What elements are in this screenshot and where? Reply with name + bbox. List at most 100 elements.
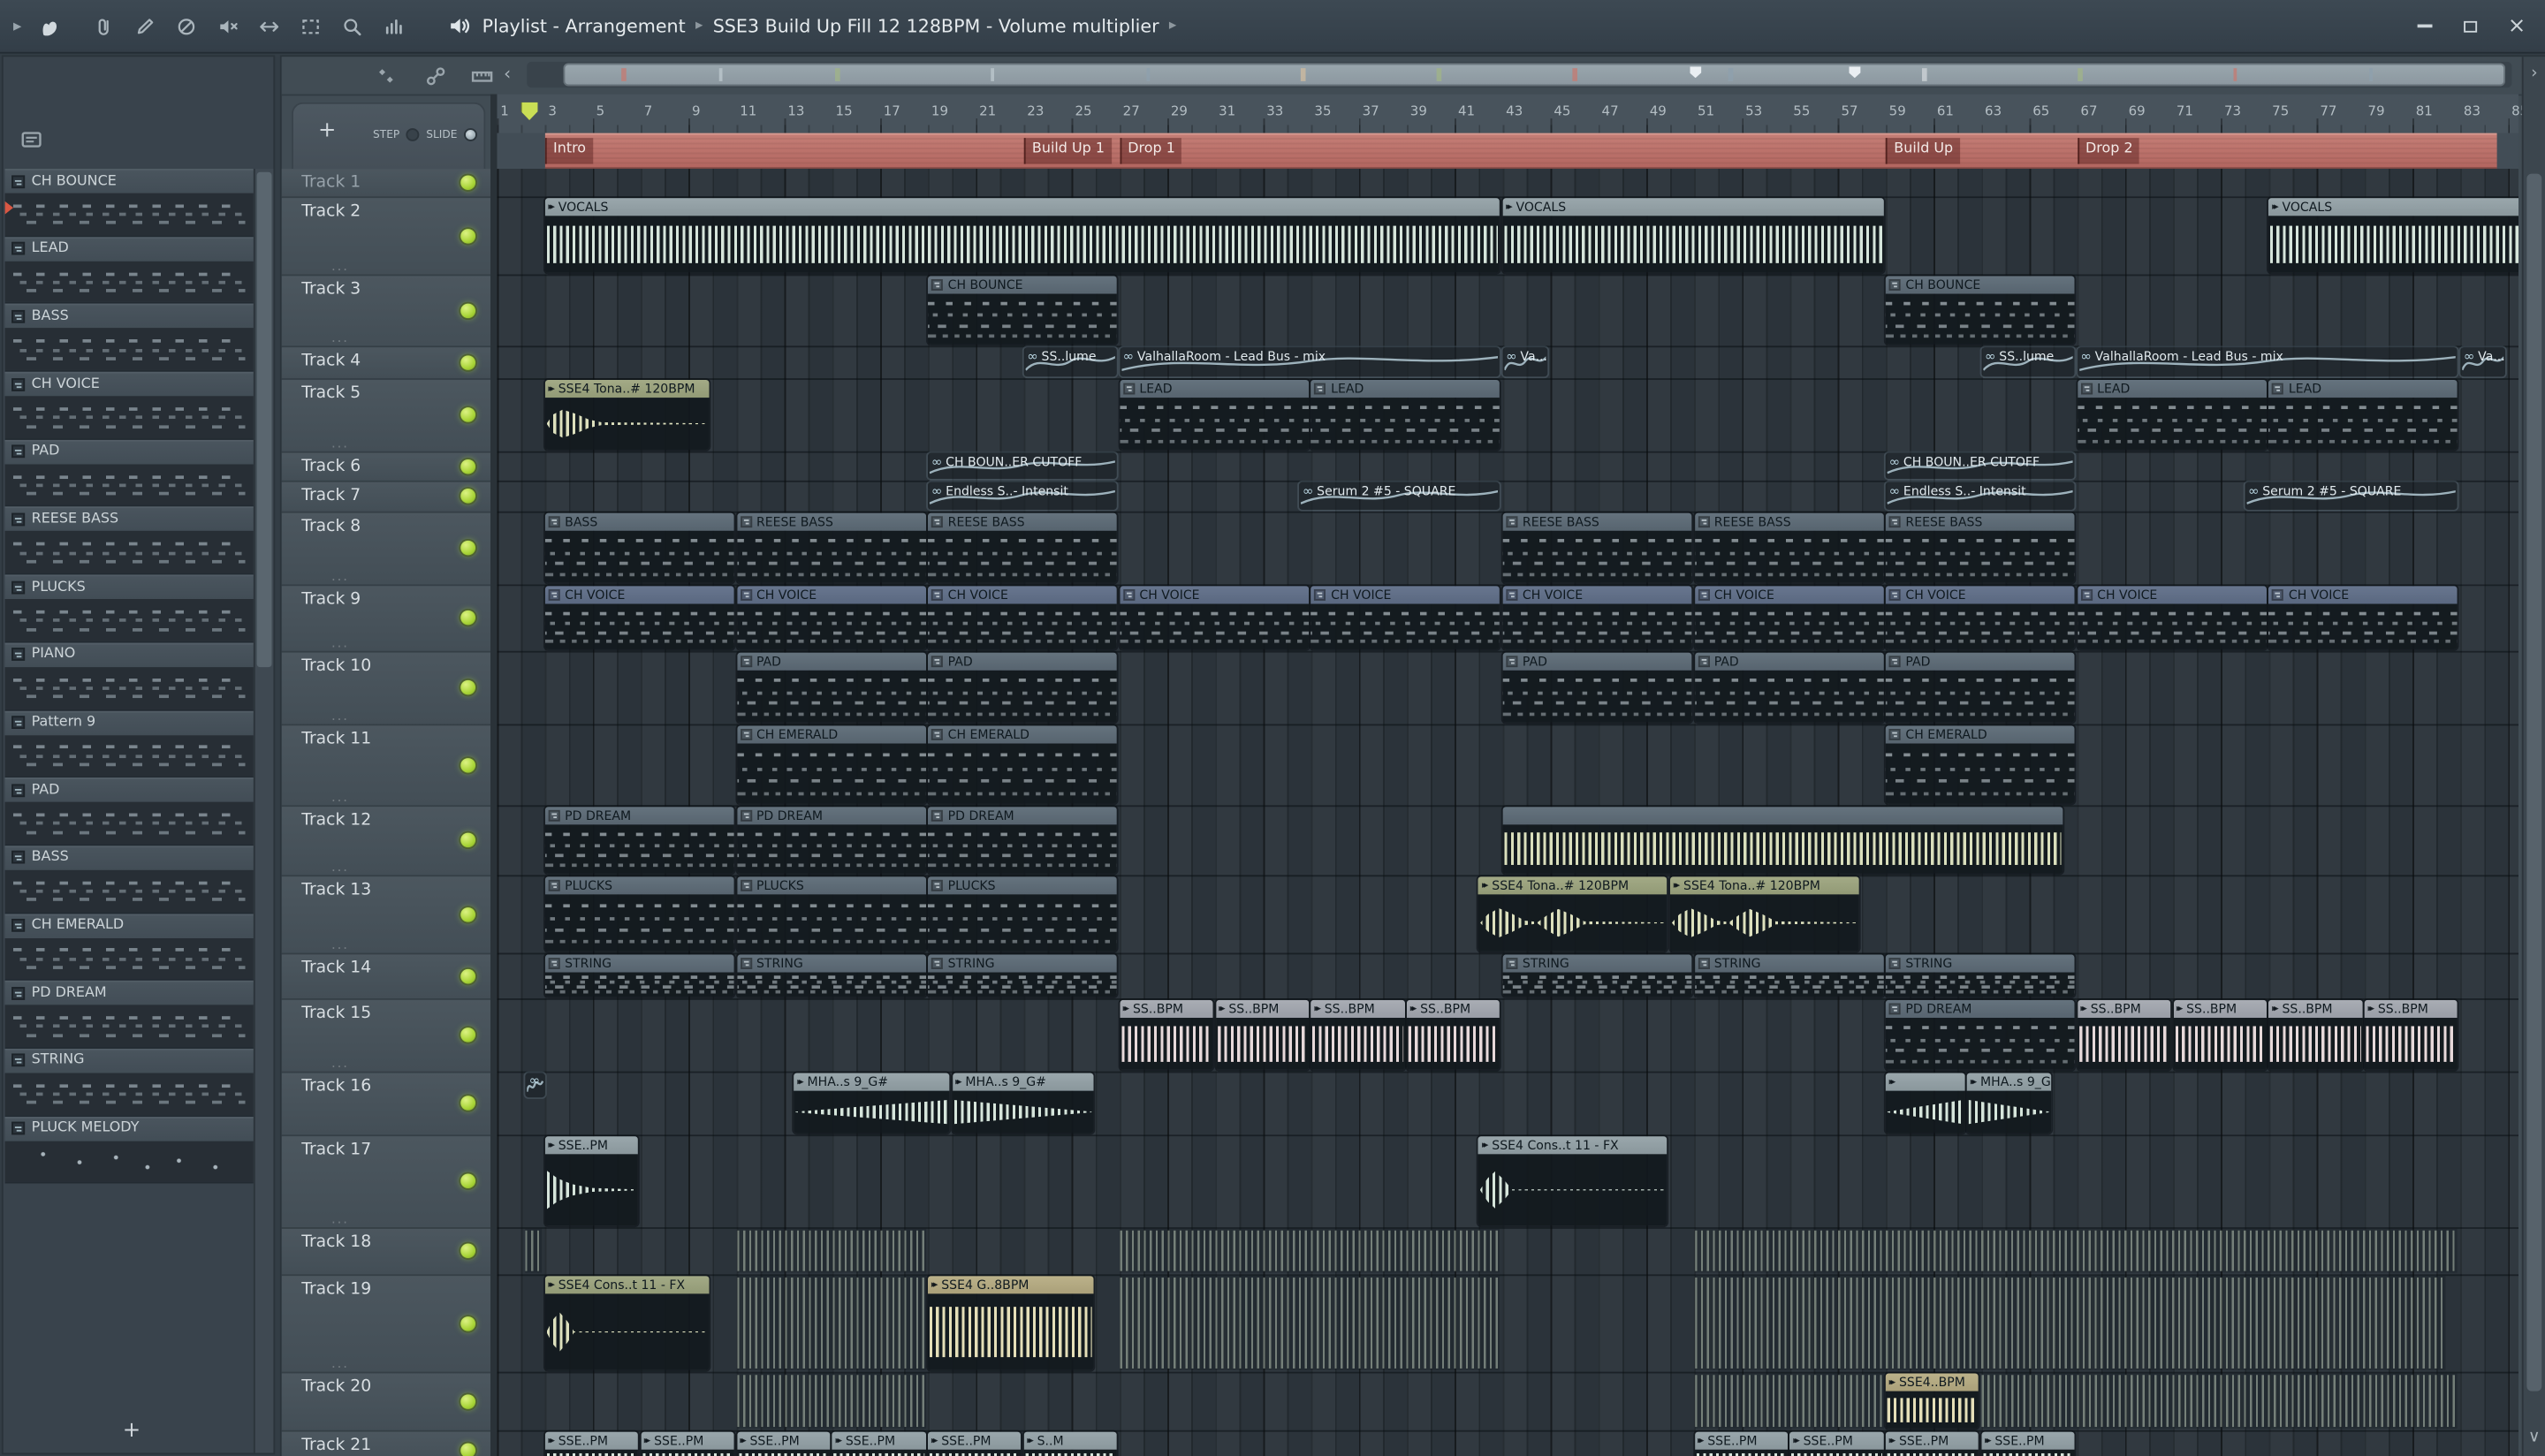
pattern-clip[interactable]: BASS xyxy=(544,512,734,583)
track-lane[interactable]: ∞ SS..lume ∞ ValhallaRoom - Lead Bus - mix ∞… xyxy=(497,347,2518,380)
audio-clip[interactable]: ▸▸ SSE..PM xyxy=(1694,1431,1788,1456)
audio-chops-clip[interactable] xyxy=(1502,807,2063,874)
picker-scrollbar-thumb[interactable] xyxy=(256,171,272,668)
audio-clip[interactable]: ▸▸ SSE..PM xyxy=(544,1136,639,1226)
pattern-clip[interactable]: PD DREAM xyxy=(544,807,734,874)
automation-clip[interactable]: ∞ xyxy=(525,1073,545,1098)
pattern-clip[interactable]: REESE BASS xyxy=(1885,512,2075,583)
pattern-clip[interactable]: LEAD xyxy=(1119,379,1309,450)
horizontal-scrollbar-thumb[interactable] xyxy=(563,63,2505,87)
track-lane[interactable]: ▸▸ SSE4 Cons..t 11 - FX ▸▸ SSE4 G..8BPM xyxy=(497,1276,2518,1374)
track-header[interactable]: Track 10 ··· xyxy=(281,652,490,727)
pattern-clip[interactable]: CH VOICE xyxy=(736,586,926,649)
pattern-clip[interactable]: CH EMERALD xyxy=(736,725,926,804)
picker-item[interactable]: BASS xyxy=(4,304,254,372)
pattern-clip[interactable]: CH VOICE xyxy=(2268,586,2458,649)
fl-studio-logo-icon[interactable] xyxy=(36,14,61,39)
pattern-clip[interactable]: STRING xyxy=(1502,954,1692,997)
track-header[interactable]: Track 8 ··· xyxy=(281,512,490,588)
audio-clip[interactable]: ▸▸ VOCALS xyxy=(1502,198,1884,273)
step-toggle[interactable] xyxy=(406,128,420,141)
picker-menu-icon[interactable] xyxy=(20,128,43,151)
automation-clip[interactable]: ∞ Serum 2 #5 - SQUARE xyxy=(1299,482,1500,510)
track-lane[interactable]: PLUCKS PLUCKS PLUCKS ▸▸ SSE4 Tona..# 120BPM ▸… xyxy=(497,876,2518,955)
pattern-clip[interactable]: LEAD xyxy=(2077,379,2267,450)
track-led[interactable] xyxy=(460,757,476,772)
pattern-clip[interactable]: CH VOICE xyxy=(544,586,734,649)
audio-clip[interactable]: ▸▸ VOCALS xyxy=(544,198,1500,273)
track-header[interactable]: Track 12 ··· xyxy=(281,807,490,878)
riser-clip[interactable] xyxy=(736,1373,926,1429)
audio-clip[interactable]: ▸▸ SS..BPM xyxy=(1310,999,1405,1070)
track-header[interactable]: Track 11 ··· xyxy=(281,725,490,808)
automation-clip[interactable]: ∞ Serum 2 #5 - SQUARE xyxy=(2245,482,2458,510)
slip-tool-icon[interactable] xyxy=(91,15,114,38)
audio-clip[interactable]: ▸▸ SSE4 Tona..# 120BPM xyxy=(544,379,710,450)
track-header[interactable]: Track 14 xyxy=(281,954,490,1000)
picker-item[interactable]: REESE BASS xyxy=(4,507,254,575)
audio-clip[interactable]: ▸▸ SS..BPM xyxy=(1119,999,1213,1070)
audio-clip[interactable]: ▸▸ SSE..PM xyxy=(832,1431,926,1456)
track-header[interactable]: Track 7 xyxy=(281,482,490,513)
pattern-clip[interactable]: PD DREAM xyxy=(736,807,926,874)
riser-clip[interactable] xyxy=(1981,1373,2458,1429)
automation-clip[interactable]: ∞ Va... xyxy=(1502,347,1548,377)
track-led[interactable] xyxy=(460,968,476,983)
track-led[interactable] xyxy=(460,1243,476,1258)
track-led[interactable] xyxy=(460,540,476,556)
pattern-clip[interactable]: LEAD xyxy=(1310,379,1500,450)
arrangement-marker[interactable]: Build Up 1 xyxy=(1023,138,1112,163)
track-led[interactable] xyxy=(460,354,476,370)
picker-item[interactable]: CH EMERALD xyxy=(4,913,254,982)
track-led[interactable] xyxy=(460,679,476,695)
picker-item[interactable]: PLUCKS xyxy=(4,574,254,643)
playback-tool-icon[interactable] xyxy=(381,15,404,38)
picker-item[interactable]: PIANO xyxy=(4,642,254,710)
track-lane[interactable]: CH EMERALD CH EMERALD CH EMERALD xyxy=(497,725,2518,808)
riser-clip[interactable] xyxy=(1694,1228,2458,1273)
picker-item[interactable]: PLUCK MELODY xyxy=(4,1116,254,1185)
stretch-tool-icon[interactable] xyxy=(257,15,280,38)
audio-clip[interactable]: ▸▸MHA..s 9_G# xyxy=(952,1073,1094,1134)
maximize-button[interactable] xyxy=(2459,15,2482,38)
track-header[interactable]: Track 4 xyxy=(281,347,490,380)
audio-clip[interactable]: ▸▸ SSE..PM xyxy=(1981,1431,2075,1456)
pattern-clip[interactable]: CH BOUNCE xyxy=(1885,276,2075,345)
audio-clip[interactable]: ▸▸MHA..s 9_G# xyxy=(1966,1073,2051,1134)
pattern-clip[interactable]: CH EMERALD xyxy=(928,725,1118,804)
track-lane[interactable] xyxy=(497,1228,2518,1277)
pattern-clip[interactable]: CH VOICE xyxy=(1502,586,1692,649)
riser-clip[interactable] xyxy=(736,1276,926,1370)
automation-clip[interactable]: ∞ ValhallaRoom - Lead Bus - mix xyxy=(2077,347,2458,377)
track-lane[interactable]: ▸▸ SSE4 Tona..# 120BPM LEAD LEAD LEAD LEAD xyxy=(497,379,2518,453)
pattern-clip[interactable]: CH BOUNCE xyxy=(928,276,1118,345)
pattern-clip[interactable]: PLUCKS xyxy=(544,876,734,952)
track-lane[interactable] xyxy=(497,169,2518,199)
audio-clip[interactable]: ▸▸ SSE..PM xyxy=(544,1431,639,1456)
pattern-clip[interactable]: PD DREAM xyxy=(928,807,1118,874)
track-led[interactable] xyxy=(460,489,476,504)
pattern-clip[interactable]: REESE BASS xyxy=(928,512,1118,583)
automation-clip[interactable]: ∞ CH BOUN..ER CUTOFF xyxy=(928,452,1118,480)
track-lane[interactable]: ▸▸ SSE..PM ▸▸ SSE4 Cons..t 11 - FX xyxy=(497,1136,2518,1229)
pattern-clip[interactable]: PLUCKS xyxy=(736,876,926,952)
riser-clip[interactable] xyxy=(1119,1276,1500,1370)
track-header[interactable]: Track 13 ··· xyxy=(281,876,490,956)
pattern-clip[interactable]: PAD xyxy=(1502,652,1692,723)
track-led[interactable] xyxy=(460,610,476,626)
track-led[interactable] xyxy=(460,906,476,921)
pattern-clip[interactable]: STRING xyxy=(544,954,734,997)
track-led[interactable] xyxy=(460,1028,476,1043)
track-header[interactable]: Track 2 ··· xyxy=(281,198,490,277)
audio-clip[interactable]: ▸▸ SS..BPM xyxy=(1215,999,1309,1070)
playlist-grid[interactable]: ▸▸ VOCALS ▸▸ VOCALS ▸▸ VOCALS CH BOUNCE CH BOUN… xyxy=(497,169,2518,1456)
automation-clip[interactable]: ∞ SS..lume xyxy=(1023,347,1118,377)
pattern-clip[interactable]: PD DREAM xyxy=(1885,999,2075,1070)
menu-arrow-icon[interactable]: ▸ xyxy=(13,17,21,34)
automation-clip[interactable]: ∞ SS..lume xyxy=(1981,347,2075,377)
pattern-clip[interactable]: REESE BASS xyxy=(1694,512,1884,583)
track-header[interactable]: Track 16 xyxy=(281,1073,490,1137)
automation-clip[interactable]: ∞ Va... xyxy=(2460,347,2506,377)
track-header[interactable]: Track 15 ··· xyxy=(281,999,490,1074)
pattern-clip[interactable]: PAD xyxy=(1885,652,2075,723)
